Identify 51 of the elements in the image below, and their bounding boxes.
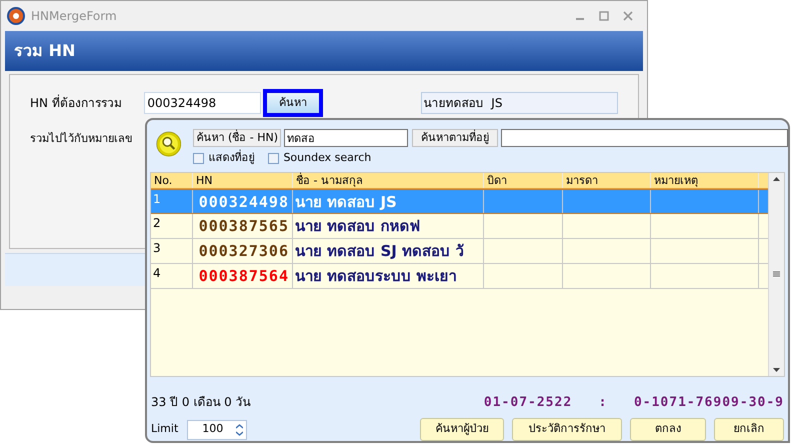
column-header: หมายเหตุ bbox=[651, 172, 759, 188]
scroll-up-icon[interactable] bbox=[773, 176, 780, 180]
column-header: มารดา bbox=[563, 172, 651, 188]
age-text: 33 ปี 0 เดือน 0 วัน bbox=[151, 394, 251, 412]
table-cell: 2 bbox=[151, 214, 193, 238]
table-cell: นาย ทดสอบ SJ ทดสอบ วั bbox=[293, 238, 484, 262]
table-cell: 4 bbox=[151, 264, 193, 288]
dialog-button[interactable]: ประวัติการรักษา bbox=[512, 418, 622, 441]
header-title: รวม HN bbox=[14, 40, 76, 62]
table-cell: 1 bbox=[151, 190, 193, 212]
maximize-icon[interactable] bbox=[599, 11, 609, 21]
checkbox-label: แสดงที่อยู่ bbox=[208, 150, 254, 166]
search-button[interactable]: ค้นหา bbox=[263, 89, 323, 117]
spinner-arrows-icon bbox=[236, 424, 244, 436]
hn-field[interactable]: 000324498 bbox=[144, 92, 262, 114]
table-row[interactable]: 4 000387564 นาย ทดสอบระบบ พะเยา bbox=[151, 264, 768, 288]
table-row[interactable]: 2 000387565 นาย ทดสอบ กหดฟ bbox=[151, 214, 768, 238]
table-cell: นาย ทดสอบ JS bbox=[293, 190, 484, 212]
column-header: ชื่อ - นามสกุล bbox=[293, 172, 484, 188]
dialog-button[interactable]: ยกเลิก bbox=[714, 418, 784, 441]
hn-label: HN ที่ต้องการรวม bbox=[30, 94, 123, 112]
address-field[interactable] bbox=[501, 129, 788, 147]
close-icon[interactable] bbox=[623, 11, 633, 21]
table-row[interactable]: 3 000327306 นาย ทดสอบ SJ ทดสอบ วั bbox=[151, 238, 768, 264]
limit-spinner[interactable]: 100 bbox=[187, 420, 248, 440]
dialog-button[interactable]: ตกลง bbox=[630, 418, 706, 441]
table-cell: นาย ทดสอบระบบ พะเยา bbox=[293, 264, 484, 288]
patient-name-field: นายทดสอบ JS bbox=[420, 92, 618, 114]
merge-label: รวมไปไว้กับหมายเลข bbox=[30, 131, 133, 147]
table-cell-text: 000387564 bbox=[198, 266, 289, 286]
scroll-down-icon[interactable] bbox=[773, 368, 780, 372]
address-search-button[interactable]: ค้นหาตามที่อยู่ bbox=[412, 129, 498, 147]
column-header: No. bbox=[151, 172, 193, 188]
table-cell-text: 000387565 bbox=[198, 216, 289, 236]
table-cell-text: 000324498 bbox=[198, 192, 289, 212]
birth-info: 01-07-2522 : 0-1071-76909-30-9 bbox=[484, 394, 784, 412]
app-logo-icon bbox=[7, 7, 25, 25]
table-cell: 3 bbox=[151, 238, 193, 262]
table-cell: นาย ทดสอบ กหดฟ bbox=[293, 214, 484, 238]
column-header: บิดา bbox=[484, 172, 563, 188]
limit-label: Limit bbox=[151, 421, 178, 438]
search-name-field[interactable]: ทดสอ bbox=[284, 129, 408, 147]
window-title: HNMergeForm bbox=[31, 8, 117, 25]
checkbox-label: Soundex search bbox=[283, 150, 372, 166]
checkbox[interactable] bbox=[193, 152, 204, 164]
search-name-label: ค้นหา (ชื่อ - HN) bbox=[193, 129, 281, 147]
table-cell-text: 000327306 bbox=[198, 240, 289, 262]
grip-icon bbox=[773, 271, 780, 277]
checkbox[interactable] bbox=[268, 152, 280, 164]
column-header: HN bbox=[193, 172, 293, 188]
dialog-button[interactable]: ค้นหาผู้ป่วย bbox=[420, 418, 504, 441]
